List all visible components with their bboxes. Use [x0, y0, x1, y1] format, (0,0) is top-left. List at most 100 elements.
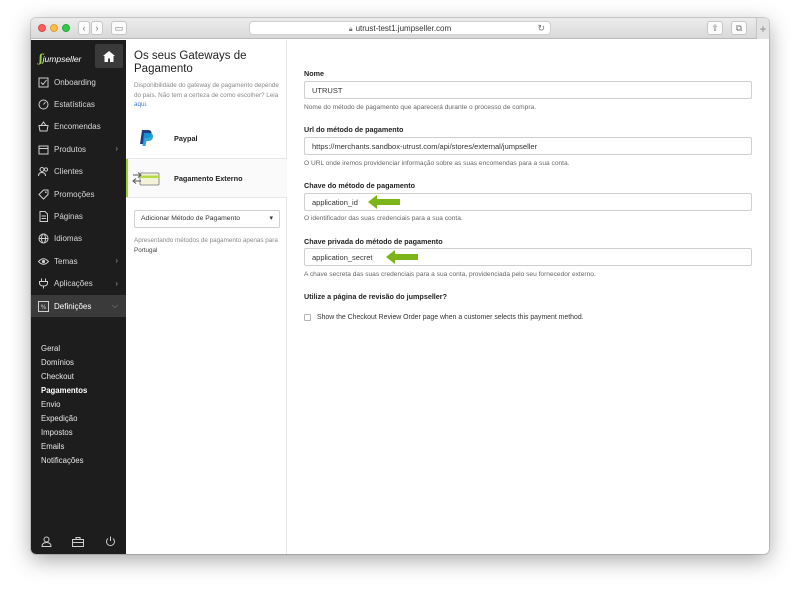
review-label: Utilize a página de revisão do jumpselle…: [304, 292, 447, 301]
sidebar-item-estatisticas[interactable]: Estatísticas: [31, 93, 126, 115]
sidebar-footer: [31, 529, 126, 554]
review-checkbox-row[interactable]: Show the Checkout Review Order page when…: [304, 314, 584, 321]
close-window-button[interactable]: [38, 24, 46, 32]
browser-window: ‹ › ▭ 🔒︎ utrust-test1.jumpseller.com ↻ ⇪ …: [31, 18, 769, 554]
globe-icon: [38, 233, 49, 244]
sidebar-item-clientes[interactable]: Clientes: [31, 161, 126, 183]
gateway-name: Pagamento Externo: [174, 173, 243, 183]
sidebar-item-onboarding[interactable]: Onboarding: [31, 71, 126, 93]
zoom-window-button[interactable]: [62, 24, 70, 32]
submenu-item-impostos[interactable]: Impostos: [31, 426, 126, 440]
review-checkbox-label: Show the Checkout Review Order page when…: [317, 314, 584, 321]
presenting-note: Apresentando métodos de pagamento apenas…: [134, 237, 278, 254]
settings-submenu: Geral Domínios Checkout Pagamentos Envio Expe…: [31, 342, 126, 468]
sidebar-item-paginas[interactable]: Páginas: [31, 205, 126, 227]
gateways-panel: Os seus Gateways de Pagamento Disponibil…: [126, 40, 287, 554]
add-payment-method-select[interactable]: Adicionar Método de Pagamento ▾: [134, 210, 280, 228]
home-icon: [103, 50, 115, 62]
tabs-icon[interactable]: ⧉: [731, 21, 747, 35]
sidebar-item-label: Encomendas: [54, 122, 101, 132]
sidebar-item-temas[interactable]: Temas ›: [31, 250, 126, 272]
sidebar-item-label: Temas: [54, 256, 78, 266]
secret-input[interactable]: [304, 248, 752, 266]
arrow-left-icon: [368, 195, 400, 209]
sidebar-toggle-icon[interactable]: ▭: [111, 21, 127, 35]
tag-icon: [38, 189, 49, 200]
chevron-right-icon: ›: [115, 256, 118, 266]
briefcase-icon[interactable]: [72, 536, 85, 547]
submenu-item-checkout[interactable]: Checkout: [31, 370, 126, 384]
gateway-item-external[interactable]: Pagamento Externo: [126, 158, 287, 198]
sidebar-item-aplicacoes[interactable]: Aplicações ›: [31, 273, 126, 295]
user-icon[interactable]: [41, 536, 52, 547]
submenu-item-geral[interactable]: Geral: [31, 342, 126, 356]
sidebar-item-idiomas[interactable]: Idiomas: [31, 228, 126, 250]
sidebar-item-label: Aplicações: [54, 279, 93, 289]
gauge-icon: [38, 99, 49, 110]
box-icon: [38, 144, 49, 155]
sidebar-item-promocoes[interactable]: Promoções: [31, 183, 126, 205]
review-checkbox[interactable]: [304, 314, 311, 321]
minimize-window-button[interactable]: [50, 24, 58, 32]
submenu-item-pagamentos[interactable]: Pagamentos: [31, 384, 126, 398]
reload-icon[interactable]: ↻: [537, 22, 545, 35]
submenu-item-emails[interactable]: Emails: [31, 440, 126, 454]
gateways-description: Disponibilidade do gateway de pagamento …: [134, 82, 279, 108]
gateway-name: Paypal: [174, 133, 198, 143]
sidebar-item-label: Promoções: [54, 189, 95, 199]
payment-method-form: Nome Nome do método de pagamento que apa…: [296, 40, 756, 554]
key-help: O identificador das suas credenciais par…: [304, 215, 463, 222]
name-help: Nome do método de pagamento que aparecer…: [304, 104, 537, 111]
secret-label: Chave privada do método de pagamento: [304, 237, 443, 246]
url-input[interactable]: [304, 137, 752, 155]
chevron-right-icon: ›: [115, 144, 118, 154]
url-label: Url do método de pagamento: [304, 125, 404, 134]
jumpseller-logo[interactable]: ʃjumpseller: [39, 49, 81, 65]
back-button[interactable]: ‹: [78, 21, 90, 35]
address-bar[interactable]: 🔒︎ utrust-test1.jumpseller.com ↻: [249, 21, 551, 35]
svg-text:%: %: [41, 304, 47, 311]
sidebar-item-definicoes[interactable]: % Definições ⌵: [31, 294, 126, 318]
chevron-right-icon: ›: [115, 278, 118, 288]
sidebar-item-label: Idiomas: [54, 234, 83, 244]
sidebar-item-label: Clientes: [54, 167, 83, 177]
sidebar-item-label: Páginas: [54, 212, 83, 222]
sidebar-menu: Onboarding Estatísticas Encomendas Produtos…: [31, 71, 126, 318]
page-icon: [38, 211, 49, 223]
arrow-left-icon: [386, 250, 418, 264]
name-label: Nome: [304, 69, 324, 78]
sidebar-item-encomendas[interactable]: Encomendas: [31, 116, 126, 138]
submenu-item-expedicao[interactable]: Expedição: [31, 412, 126, 426]
submenu-item-envio[interactable]: Envio: [31, 398, 126, 412]
submenu-item-notificacoes[interactable]: Notificações: [31, 454, 126, 468]
sidebar-item-label: Estatísticas: [54, 100, 95, 110]
address-url: utrust-test1.jumpseller.com: [355, 24, 452, 33]
name-input[interactable]: [304, 81, 752, 99]
sidebar: ʃjumpseller Onboarding Estatísticas Encome…: [31, 40, 126, 554]
sidebar-item-produtos[interactable]: Produtos ›: [31, 138, 126, 160]
sidebar-item-label: Definições: [54, 301, 92, 311]
power-icon[interactable]: [105, 536, 116, 547]
caret-down-icon: ▾: [269, 215, 273, 222]
external-payment-icon: [126, 170, 166, 186]
url-help: O URL onde iremos providenciar informaçã…: [304, 160, 570, 167]
sidebar-item-label: Produtos: [54, 144, 87, 154]
gateway-item-paypal[interactable]: Paypal: [126, 118, 287, 158]
read-here-link[interactable]: aqui.: [134, 101, 148, 108]
gateways-title: Os seus Gateways de Pagamento: [134, 50, 247, 75]
sidebar-item-label: Onboarding: [54, 77, 96, 87]
new-tab-button[interactable]: +: [756, 18, 769, 39]
key-label: Chave do método de pagamento: [304, 181, 416, 190]
submenu-item-dominios[interactable]: Domínios: [31, 356, 126, 370]
forward-button[interactable]: ›: [91, 21, 103, 35]
secret-help: A chave secreta das suas credenciais par…: [304, 271, 596, 278]
home-button[interactable]: [95, 44, 123, 68]
browser-titlebar: ‹ › ▭ 🔒︎ utrust-test1.jumpseller.com ↻ ⇪ …: [31, 18, 769, 39]
basket-icon: [38, 121, 49, 132]
users-icon: [38, 166, 49, 177]
share-icon[interactable]: ⇪: [707, 21, 723, 35]
eye-icon: [38, 256, 49, 267]
settings-icon: %: [38, 300, 49, 312]
paypal-icon: [126, 129, 166, 147]
chevron-down-icon: ⌵: [111, 300, 118, 310]
